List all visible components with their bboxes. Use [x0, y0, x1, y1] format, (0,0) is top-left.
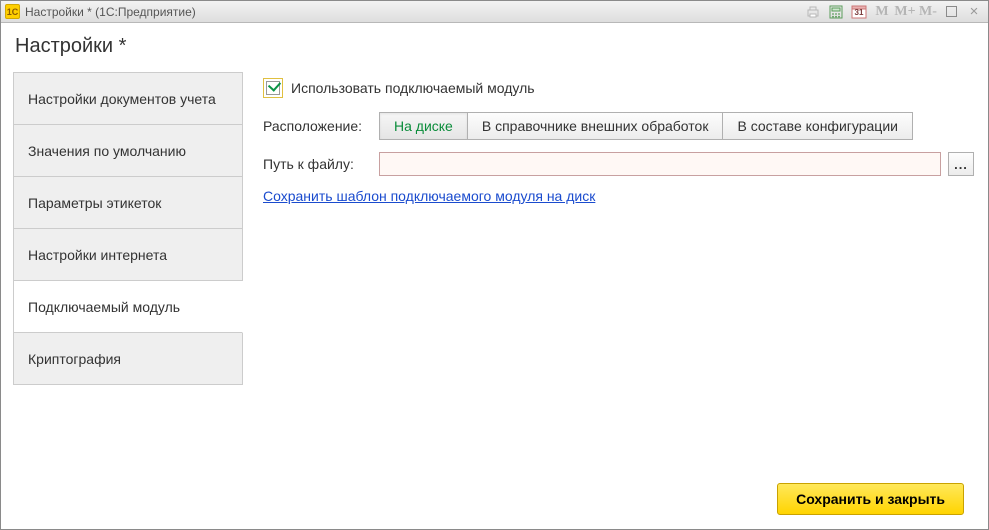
calendar-icon[interactable]: 31 [849, 3, 869, 21]
location-label: Расположение: [263, 118, 371, 134]
memory-m-button[interactable]: M [872, 3, 892, 21]
tab-label: Криптография [28, 351, 121, 367]
path-input[interactable] [379, 152, 941, 176]
tab-doc-settings[interactable]: Настройки документов учета [13, 73, 243, 125]
save-and-close-button[interactable]: Сохранить и закрыть [777, 483, 964, 515]
tab-labels[interactable]: Параметры этикеток [13, 177, 243, 229]
page-title: Настройки * [15, 35, 976, 58]
calculator-icon[interactable] [826, 3, 846, 21]
location-toggle: На диске В справочнике внешних обработок… [379, 112, 913, 140]
tab-label: Подключаемый модуль [28, 299, 180, 315]
tab-internet[interactable]: Настройки интернета [13, 229, 243, 281]
maximize-button[interactable] [941, 3, 961, 21]
window-titlebar: 1C Настройки * (1С:Предприятие) 31 M M+ … [1, 1, 988, 23]
tab-label: Параметры этикеток [28, 195, 161, 211]
path-label: Путь к файлу: [263, 156, 371, 172]
footer: Сохранить и закрыть [13, 477, 976, 521]
check-icon [266, 81, 280, 95]
print-icon[interactable] [803, 3, 823, 21]
memory-mminus-button[interactable]: M- [918, 3, 938, 21]
content-area: Настройки * Настройки документов учета З… [1, 23, 988, 529]
use-plugin-label: Использовать подключаемый модуль [291, 80, 535, 96]
tab-label: Настройки интернета [28, 247, 167, 263]
tab-label: Настройки документов учета [28, 91, 216, 107]
tab-label: Значения по умолчанию [28, 143, 186, 159]
browse-button[interactable]: ... [948, 152, 974, 176]
main-pane: Использовать подключаемый модуль Располо… [261, 72, 976, 477]
loc-ext-catalog[interactable]: В справочнике внешних обработок [468, 112, 724, 140]
side-tabs: Настройки документов учета Значения по у… [13, 72, 243, 477]
window-title: Настройки * (1С:Предприятие) [25, 5, 196, 19]
tab-defaults[interactable]: Значения по умолчанию [13, 125, 243, 177]
window: 1C Настройки * (1С:Предприятие) 31 M M+ … [0, 0, 989, 530]
use-plugin-checkbox[interactable] [263, 78, 283, 98]
close-button[interactable]: × [964, 3, 984, 21]
loc-in-config[interactable]: В составе конфигурации [723, 112, 913, 140]
memory-mplus-button[interactable]: M+ [895, 3, 915, 21]
calendar-day: 31 [849, 8, 869, 17]
tab-plugin[interactable]: Подключаемый модуль [13, 281, 243, 333]
save-template-link[interactable]: Сохранить шаблон подключаемого модуля на… [263, 188, 595, 204]
app-icon: 1C [5, 4, 20, 19]
loc-on-disk[interactable]: На диске [379, 112, 468, 140]
tab-crypto[interactable]: Криптография [13, 333, 243, 385]
